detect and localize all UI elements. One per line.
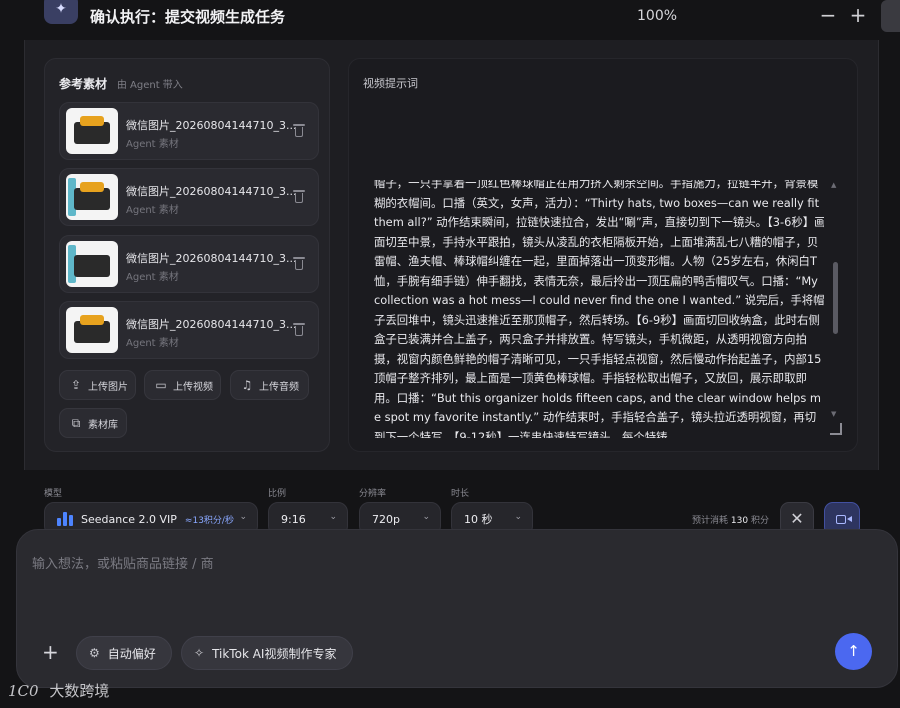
- chat-input[interactable]: 输入想法，或粘贴商品链接 / 商: [32, 553, 732, 572]
- model-value: Seedance 2.0 VIP: [81, 512, 177, 526]
- zoom-in-button[interactable]: +: [848, 3, 868, 27]
- cost-prefix: 预计消耗: [692, 516, 729, 526]
- music-icon: ♫: [241, 378, 253, 392]
- asset-item[interactable]: 微信图片_20260804144710_3... Agent 素材: [59, 102, 319, 160]
- asset-item[interactable]: 微信图片_20260804144710_3... Agent 素材: [59, 301, 319, 359]
- trash-icon[interactable]: [292, 256, 306, 272]
- auto-preference-button[interactable]: ⚙ 自动偏好: [76, 636, 172, 670]
- send-button[interactable]: ↑: [835, 633, 872, 670]
- asset-name: 微信图片_20260804144710_3...: [126, 318, 297, 331]
- model-rate: ≈13积分/秒: [184, 515, 234, 526]
- asset-name: 微信图片_20260804144710_3...: [126, 119, 297, 132]
- trash-icon[interactable]: [292, 189, 306, 205]
- asset-tag: Agent 素材: [126, 272, 179, 283]
- asset-tag: Agent 素材: [126, 139, 179, 150]
- reference-header: 参考素材 由 Agent 带入: [59, 75, 183, 92]
- duration-label: 时长: [451, 489, 470, 499]
- resolution-label: 分辨率: [359, 489, 387, 499]
- zoom-out-button[interactable]: −: [818, 3, 838, 27]
- upload-video-button[interactable]: ▭ 上传视频: [144, 370, 221, 400]
- library-icon: ⧉: [71, 415, 81, 430]
- upload-audio-label: 上传音频: [259, 381, 299, 393]
- estimated-cost: 预计消耗 130 积分: [692, 513, 769, 526]
- asset-thumbnail: [66, 108, 118, 154]
- asset-thumbnail: [66, 174, 118, 220]
- library-label: 素材库: [88, 419, 118, 431]
- reference-title: 参考素材: [59, 77, 108, 91]
- upload-image-label: 上传图片: [88, 381, 128, 393]
- chevron-down-icon: ⌄: [514, 512, 522, 522]
- asset-thumbnail: [66, 307, 118, 353]
- watermark-text: 大数跨境: [49, 682, 110, 700]
- asset-thumbnail: [66, 241, 118, 287]
- video-icon: ▭: [155, 378, 167, 392]
- ratio-label: 比例: [268, 489, 287, 499]
- prompt-textarea[interactable]: 帽子，一只手拿着一顶红色棒球帽正在用力挤入剩余空间。手指施力，拉链半开，背景模糊…: [374, 180, 824, 438]
- asset-tag: Agent 素材: [126, 338, 179, 349]
- asset-name: 微信图片_20260804144710_3...: [126, 185, 297, 198]
- dialog-header: ✦ 确认执行：提交视频生成任务 100% − +: [0, 0, 900, 40]
- zoom-level: 100%: [637, 8, 678, 24]
- upload-icon: ⇪: [70, 378, 82, 392]
- prompt-scrollbar[interactable]: [833, 262, 838, 334]
- library-button[interactable]: ⧉ 素材库: [59, 408, 127, 438]
- arrow-up-icon: ↑: [847, 642, 860, 660]
- prompt-label: 视频提示词: [363, 77, 418, 90]
- chevron-down-icon: ⌄: [329, 512, 337, 522]
- watermark: 1C0 大数跨境: [8, 680, 109, 701]
- ratio-value: 9:16: [281, 512, 306, 526]
- asset-item[interactable]: 微信图片_20260804144710_3... Agent 素材: [59, 168, 319, 226]
- add-attachment-button[interactable]: +: [42, 640, 59, 664]
- model-logo-icon: [57, 512, 73, 526]
- reference-panel: 参考素材 由 Agent 带入 微信图片_20260804144710_3...…: [44, 58, 330, 452]
- watermark-logo: 1C0: [8, 682, 39, 700]
- chevron-down-icon: ⌄: [422, 512, 430, 522]
- reference-subtitle: 由 Agent 带入: [116, 80, 183, 91]
- trash-icon[interactable]: [292, 322, 306, 338]
- sparkle-icon: ✦: [44, 0, 78, 24]
- video-camera-icon: [836, 515, 846, 524]
- resolution-value: 720p: [372, 512, 400, 526]
- duration-value: 10 秒: [464, 513, 493, 526]
- asset-name: 微信图片_20260804144710_3...: [126, 252, 297, 265]
- asset-tag: Agent 素材: [126, 205, 179, 216]
- asset-item[interactable]: 微信图片_20260804144710_3... Agent 素材: [59, 235, 319, 293]
- scroll-up-icon[interactable]: ▲: [831, 181, 836, 189]
- model-label: 模型: [44, 489, 63, 499]
- expert-agent-button[interactable]: ✧ TikTok AI视频制作专家: [181, 636, 353, 670]
- prompt-text: 帽子，一只手拿着一顶红色棒球帽正在用力挤入剩余空间。手指施力，拉链半开，背景模糊…: [374, 180, 824, 438]
- cost-suffix: 积分: [750, 516, 769, 526]
- trash-icon[interactable]: [292, 123, 306, 139]
- upload-image-button[interactable]: ⇪ 上传图片: [59, 370, 136, 400]
- upload-audio-button[interactable]: ♫ 上传音频: [230, 370, 309, 400]
- auto-preference-label: 自动偏好: [107, 646, 156, 661]
- window-side-button[interactable]: [881, 0, 900, 32]
- cost-value: 130: [730, 516, 749, 526]
- resize-handle-icon[interactable]: [830, 423, 842, 435]
- close-icon: ✕: [790, 509, 804, 528]
- sliders-icon: ⚙: [89, 646, 100, 660]
- dialog-title: 确认执行：提交视频生成任务: [90, 8, 286, 26]
- chevron-down-icon: ⌄: [239, 512, 247, 522]
- sparkle-icon: ✧: [194, 646, 205, 660]
- upload-video-label: 上传视频: [173, 381, 213, 393]
- scroll-down-icon[interactable]: ▼: [831, 410, 836, 418]
- expert-agent-label: TikTok AI视频制作专家: [212, 646, 337, 661]
